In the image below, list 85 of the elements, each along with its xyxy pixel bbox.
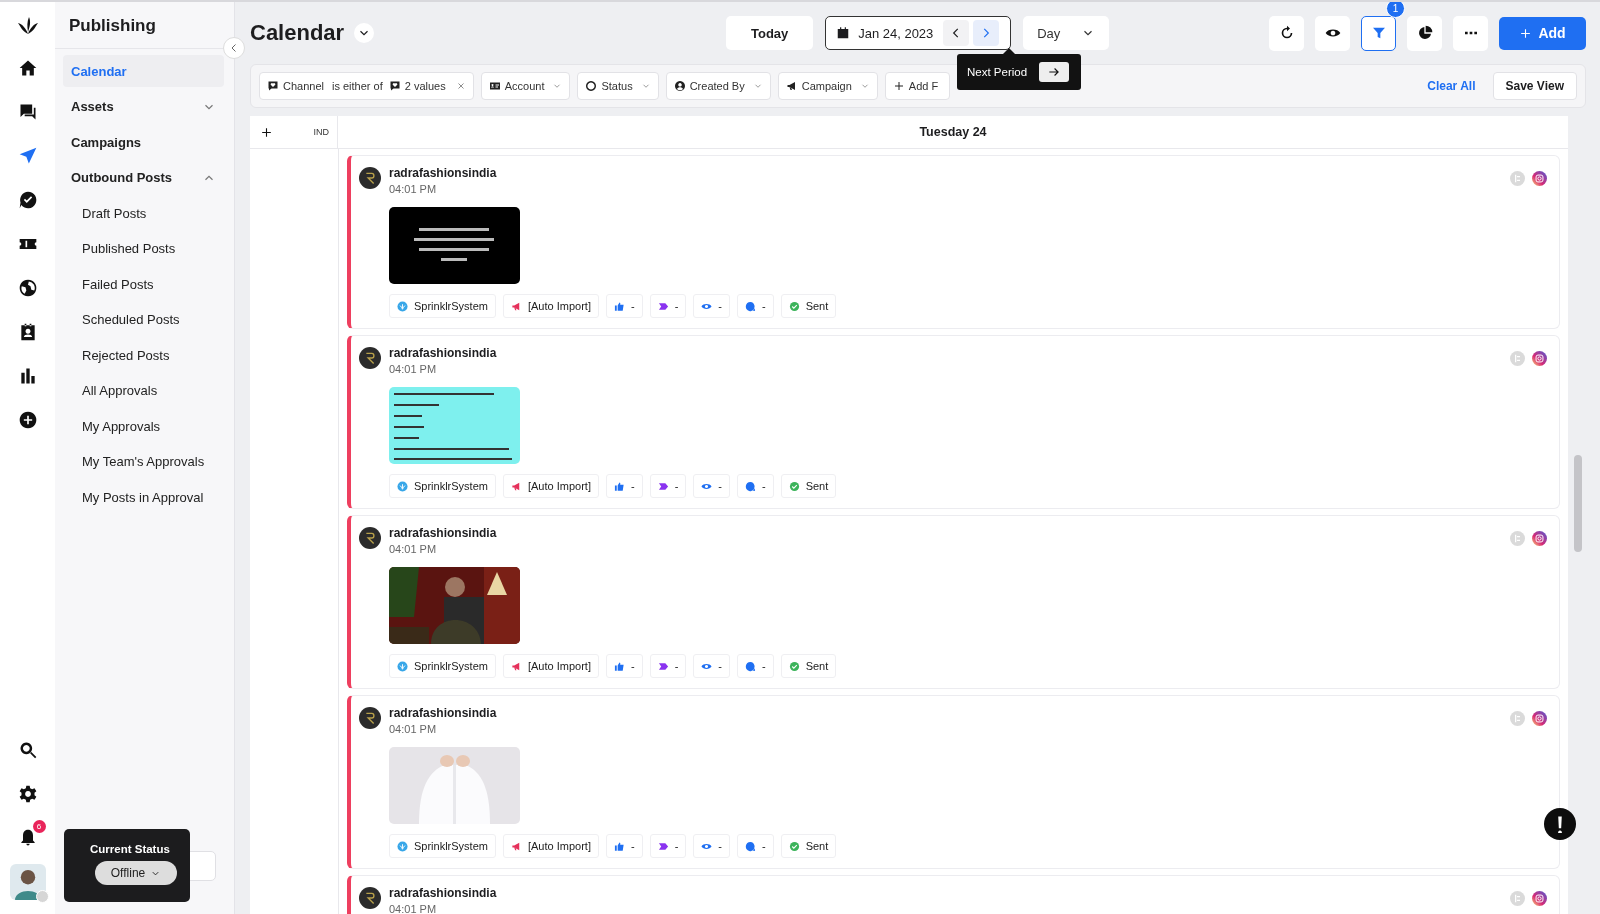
sidebar-subitem[interactable]: Scheduled Posts xyxy=(63,303,224,336)
page-title: Calendar xyxy=(250,20,345,46)
account-name: radrafashionsindia xyxy=(389,165,497,181)
metric-chip: - xyxy=(605,834,643,858)
clear-all-link[interactable]: Clear All xyxy=(1427,79,1476,93)
filter-label: Created By xyxy=(689,80,745,92)
post-chip: [Auto Import] xyxy=(502,474,599,498)
post-chip: SprinklrSystem xyxy=(389,474,496,498)
account-name: radrafashionsindia xyxy=(389,705,497,721)
filter-label: Status xyxy=(601,80,633,92)
post-card[interactable]: radrafashionsindia 04:01 PM xyxy=(347,875,1560,914)
metric-chip: - xyxy=(649,834,687,858)
post-chip: [Auto Import] xyxy=(502,654,599,678)
save-view-button[interactable]: Save View xyxy=(1492,72,1577,100)
sidebar-subitem[interactable]: Rejected Posts xyxy=(63,339,224,371)
view-dropdown[interactable]: Day xyxy=(1023,16,1110,50)
filter-chip[interactable]: Created By xyxy=(665,72,771,100)
sidebar-subitem[interactable]: Failed Posts xyxy=(63,268,224,300)
status-title: Current Status xyxy=(90,843,171,855)
post-card[interactable]: radrafashionsindia 04:01 PM SprinklrSystem [Auto Import] - - - - Sent xyxy=(347,515,1560,689)
post-chip: SprinklrSystem xyxy=(389,654,496,678)
add-filter-button[interactable]: Add F xyxy=(884,72,951,100)
metric-chip: - xyxy=(605,474,643,498)
metric-chip: - xyxy=(693,834,730,858)
filter-label: Add F xyxy=(908,80,939,92)
post-chip: [Auto Import] xyxy=(502,294,599,318)
account-name: radrafashionsindia xyxy=(389,525,497,541)
metric-chip: - xyxy=(736,834,774,858)
date-text: Jan 24, 2023 xyxy=(858,25,934,41)
metric-chip: - xyxy=(736,654,774,678)
sidebar-subitem[interactable]: All Approvals xyxy=(63,374,224,407)
sidebar-subitem[interactable]: My Posts in Approval xyxy=(63,481,224,513)
status-chip: Sent xyxy=(780,834,837,858)
notification-badge: 6 xyxy=(32,820,46,833)
day-heading: Tuesday 24 xyxy=(918,124,988,141)
status-chip: Sent xyxy=(780,654,837,678)
metric-chip: - xyxy=(693,474,730,498)
post-time: 04:01 PM xyxy=(389,542,438,557)
metric-chip: - xyxy=(605,294,643,318)
metric-chip: - xyxy=(649,474,687,498)
post-chip: SprinklrSystem xyxy=(389,294,496,318)
metric-chip: - xyxy=(693,294,730,318)
sidebar-item[interactable]: Calendar xyxy=(63,55,224,87)
filter-chip[interactable]: Campaign xyxy=(777,72,878,100)
status-chip: Sent xyxy=(780,474,837,498)
status-dropdown[interactable]: Offline xyxy=(95,861,177,885)
filter-label: Campaign xyxy=(801,80,852,92)
filter-chip[interactable]: Channel is either of 2 values xyxy=(259,72,474,100)
tooltip-text: Next Period xyxy=(967,66,1028,78)
account-name: radrafashionsindia xyxy=(389,345,497,361)
sidebar-item[interactable]: Assets xyxy=(71,99,114,114)
filter-chip[interactable]: Status xyxy=(577,72,659,100)
metric-chip: - xyxy=(693,654,730,678)
filter-count-badge: 1 xyxy=(1386,2,1405,18)
post-time: 04:01 PM xyxy=(389,182,438,197)
filter-value: 2 values xyxy=(404,80,446,92)
post-time: 04:01 PM xyxy=(389,362,438,377)
status-chip: Sent xyxy=(780,294,837,318)
today-button[interactable]: Today xyxy=(726,16,814,50)
post-chip: [Auto Import] xyxy=(502,834,599,858)
sidebar-item[interactable]: Campaigns xyxy=(63,126,224,158)
account-name: radrafashionsindia xyxy=(389,885,497,901)
post-card[interactable]: radrafashionsindia 04:01 PM SprinklrSystem [Auto Import] - - - - Sent xyxy=(347,335,1560,509)
add-button[interactable]: Add xyxy=(1499,16,1586,50)
metric-chip: - xyxy=(649,654,687,678)
post-time: 04:01 PM xyxy=(389,902,438,914)
sidebar-item[interactable]: Outbound Posts xyxy=(71,170,173,185)
filter-label: Account xyxy=(504,80,545,92)
filter-chip[interactable]: Account xyxy=(480,72,571,100)
post-chip: SprinklrSystem xyxy=(389,834,496,858)
timezone-label: IND xyxy=(313,127,329,137)
filter-label: Channel xyxy=(283,80,324,92)
date-picker[interactable]: Jan 24, 2023 xyxy=(825,16,1012,50)
metric-chip: - xyxy=(605,654,643,678)
sidebar-subitem[interactable]: My Approvals xyxy=(63,410,224,442)
post-card[interactable]: radrafashionsindia 04:01 PM SprinklrSystem [Auto Import] - - - - Sent xyxy=(347,155,1560,329)
sidebar-subitem[interactable]: Draft Posts xyxy=(63,197,224,229)
metric-chip: - xyxy=(649,294,687,318)
post-card[interactable]: radrafashionsindia 04:01 PM SprinklrSystem [Auto Import] - - - - Sent xyxy=(347,695,1560,869)
metric-chip: - xyxy=(736,474,774,498)
post-time: 04:01 PM xyxy=(389,722,438,737)
metric-chip: - xyxy=(736,294,774,318)
filter-operator: is either of xyxy=(332,80,383,92)
sidebar-subitem[interactable]: Published Posts xyxy=(63,232,224,265)
sidebar-subitem[interactable]: My Team's Approvals xyxy=(63,445,224,478)
